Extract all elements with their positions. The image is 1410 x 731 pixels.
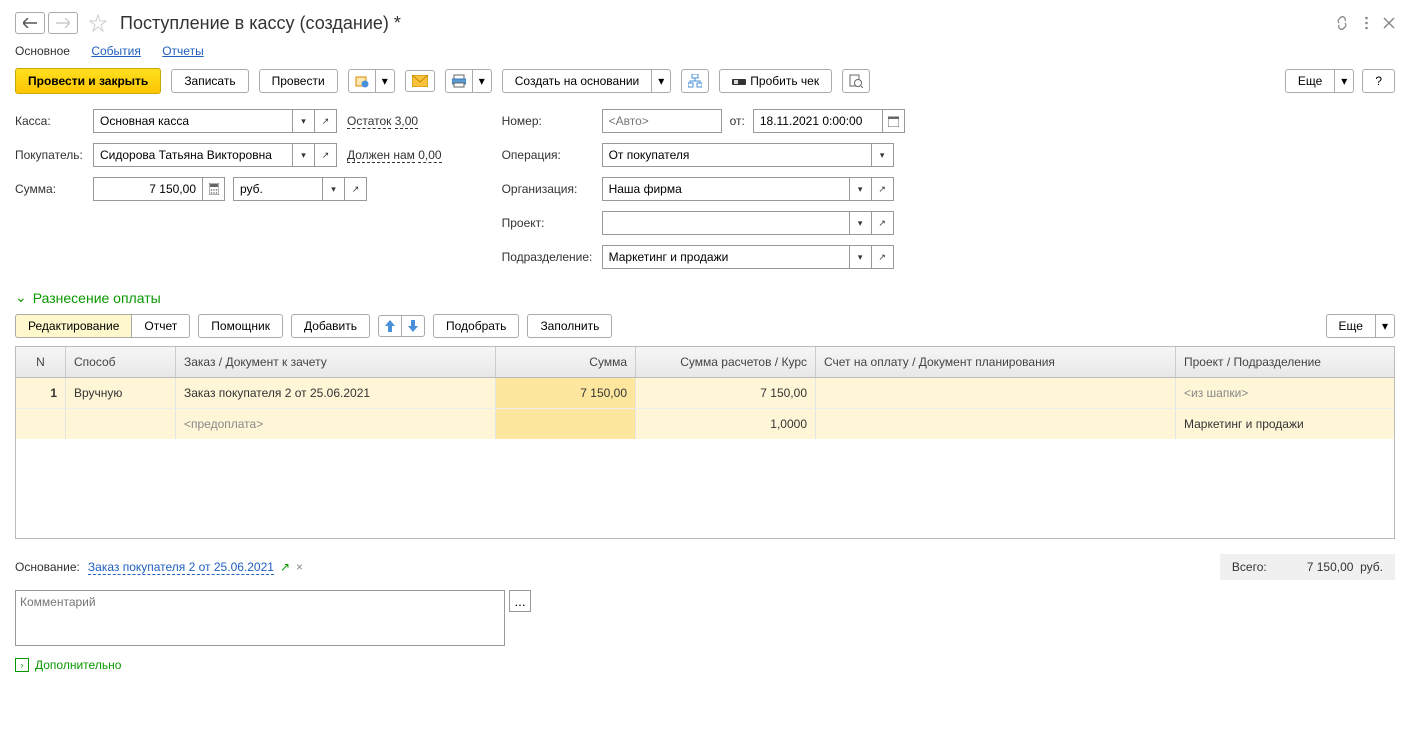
- open-icon[interactable]: ↗: [872, 177, 894, 201]
- dropdown-icon[interactable]: ▾: [293, 109, 315, 133]
- number-input[interactable]: [602, 109, 722, 133]
- open-icon[interactable]: ↗: [345, 177, 367, 201]
- total-label: Всего:: [1232, 560, 1267, 574]
- edit-mode-button[interactable]: Редактирование: [15, 314, 132, 338]
- additional-section[interactable]: › Дополнительно: [15, 646, 1395, 684]
- calc-icon[interactable]: [203, 177, 225, 201]
- fill-button[interactable]: Заполнить: [527, 314, 612, 338]
- add-button[interactable]: Добавить: [291, 314, 370, 338]
- comment-ellipsis-button[interactable]: ...: [509, 590, 531, 612]
- close-icon[interactable]: [1383, 17, 1395, 29]
- print-check-button[interactable]: Пробить чек: [719, 69, 832, 93]
- total-value: 7 150,00: [1307, 560, 1354, 574]
- sum-input[interactable]: [93, 177, 203, 201]
- dropdown-icon[interactable]: ▾: [850, 211, 872, 235]
- kassa-input[interactable]: [93, 109, 293, 133]
- basis-open-icon[interactable]: ↗: [280, 560, 290, 574]
- back-button[interactable]: [15, 12, 45, 34]
- open-icon[interactable]: ↗: [872, 245, 894, 269]
- balance-label: Остаток 3,00: [347, 114, 418, 128]
- total-currency: руб.: [1360, 560, 1383, 574]
- org-input[interactable]: [602, 177, 850, 201]
- basis-link[interactable]: Заказ покупателя 2 от 25.06.2021: [88, 560, 274, 575]
- col-zakaz[interactable]: Заказ / Документ к зачету: [176, 347, 496, 377]
- grid-more-button[interactable]: Еще: [1326, 314, 1376, 338]
- help-button[interactable]: ?: [1362, 69, 1395, 93]
- dept-label: Подразделение:: [502, 250, 602, 264]
- col-sposob[interactable]: Способ: [66, 347, 176, 377]
- comment-input[interactable]: [15, 590, 505, 646]
- table-row[interactable]: <предоплата> 1,0000 Маркетинг и продажи: [16, 408, 1394, 439]
- create-based-button[interactable]: Создать на основании: [502, 69, 653, 93]
- currency-input[interactable]: [233, 177, 323, 201]
- sum-label: Сумма:: [15, 182, 93, 196]
- project-label: Проект:: [502, 216, 602, 230]
- number-label: Номер:: [502, 114, 602, 128]
- project-input[interactable]: [602, 211, 850, 235]
- basis-label: Основание:: [15, 560, 80, 574]
- more-drop[interactable]: ▾: [1334, 69, 1354, 93]
- tab-reports[interactable]: Отчеты: [162, 44, 203, 58]
- move-up-button[interactable]: [378, 315, 402, 337]
- table-row[interactable]: 1 Вручную Заказ покупателя 2 от 25.06.20…: [16, 378, 1394, 408]
- struct-button[interactable]: [681, 69, 709, 93]
- attach-drop[interactable]: ▾: [375, 69, 395, 93]
- post-button[interactable]: Провести: [259, 69, 338, 93]
- dropdown-icon[interactable]: ▾: [293, 143, 315, 167]
- col-schet[interactable]: Счет на оплату / Документ планирования: [816, 347, 1176, 377]
- move-down-button[interactable]: [401, 315, 425, 337]
- chevron-right-icon: ›: [15, 658, 29, 672]
- link-icon[interactable]: [1334, 15, 1350, 31]
- col-summa2[interactable]: Сумма расчетов / Курс: [636, 347, 816, 377]
- grid-more-drop[interactable]: ▾: [1375, 314, 1395, 338]
- from-label: от:: [730, 114, 745, 128]
- operation-label: Операция:: [502, 148, 602, 162]
- assistant-button[interactable]: Помощник: [198, 314, 283, 338]
- calendar-icon[interactable]: [883, 109, 905, 133]
- print-drop[interactable]: ▾: [472, 69, 492, 93]
- more-button[interactable]: Еще: [1285, 69, 1335, 93]
- dept-input[interactable]: [602, 245, 850, 269]
- col-n[interactable]: N: [16, 347, 66, 377]
- debt-label: Должен нам 0,00: [347, 148, 442, 162]
- dropdown-icon[interactable]: ▾: [850, 177, 872, 201]
- buyer-label: Покупатель:: [15, 148, 93, 162]
- post-close-button[interactable]: Провести и закрыть: [15, 68, 161, 94]
- date-input[interactable]: [753, 109, 883, 133]
- save-button[interactable]: Записать: [171, 69, 248, 93]
- preview-button[interactable]: [842, 69, 870, 93]
- print-button[interactable]: [445, 69, 473, 93]
- dropdown-icon[interactable]: ▾: [323, 177, 345, 201]
- create-based-drop[interactable]: ▾: [651, 69, 671, 93]
- kassa-label: Касса:: [15, 114, 93, 128]
- tab-main[interactable]: Основное: [15, 44, 70, 58]
- org-label: Организация:: [502, 182, 602, 196]
- dropdown-icon[interactable]: ▾: [872, 143, 894, 167]
- chevron-down-icon: ⌄: [15, 289, 27, 306]
- select-button[interactable]: Подобрать: [433, 314, 519, 338]
- more-icon[interactable]: [1365, 16, 1368, 30]
- favorite-icon[interactable]: [86, 11, 110, 35]
- open-icon[interactable]: ↗: [872, 211, 894, 235]
- dropdown-icon[interactable]: ▾: [850, 245, 872, 269]
- report-mode-button[interactable]: Отчет: [131, 314, 190, 338]
- payment-grid: N Способ Заказ / Документ к зачету Сумма…: [15, 346, 1395, 539]
- page-title: Поступление в кассу (создание) *: [120, 13, 401, 34]
- col-proj[interactable]: Проект / Подразделение: [1176, 347, 1394, 377]
- open-icon[interactable]: ↗: [315, 143, 337, 167]
- basis-clear-icon[interactable]: ×: [296, 560, 303, 574]
- col-summa[interactable]: Сумма: [496, 347, 636, 377]
- forward-button[interactable]: [48, 12, 78, 34]
- open-icon[interactable]: ↗: [315, 109, 337, 133]
- buyer-input[interactable]: [93, 143, 293, 167]
- attach-button[interactable]: [348, 69, 376, 93]
- payment-section-header[interactable]: ⌄ Разнесение оплаты: [15, 279, 1395, 314]
- tab-events[interactable]: События: [91, 44, 141, 58]
- mail-button[interactable]: [405, 70, 435, 92]
- operation-input[interactable]: [602, 143, 872, 167]
